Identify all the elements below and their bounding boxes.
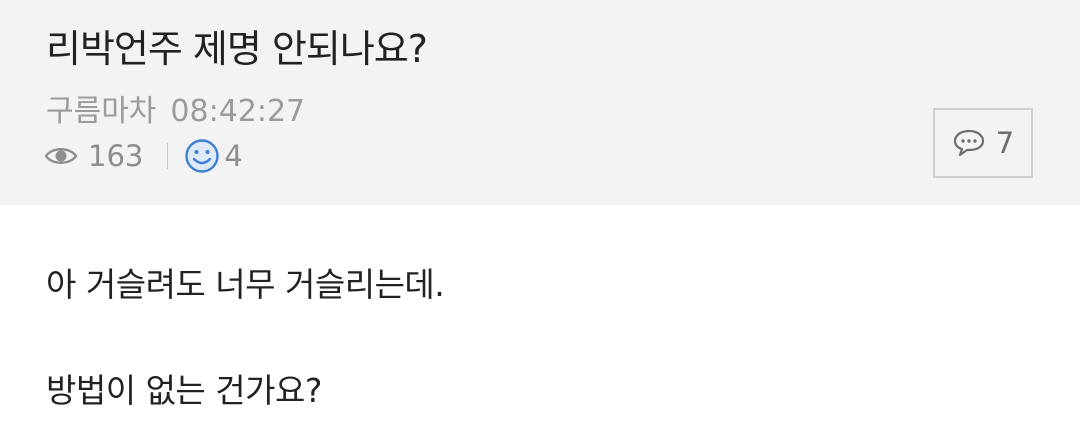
view-count: 163 — [88, 139, 144, 173]
speech-bubble-icon — [953, 129, 984, 157]
post-paragraph: 방법이 없는 건가요? — [46, 371, 322, 410]
stats-divider — [167, 143, 169, 169]
post-time: 08:42:27 — [170, 94, 306, 129]
comment-count-button[interactable]: 7 — [933, 108, 1033, 178]
post-stats: 163 4 — [44, 138, 243, 174]
eye-icon — [44, 148, 78, 164]
post-meta: 구름마차 08:42:27 — [46, 86, 305, 130]
comment-count: 7 — [995, 126, 1015, 160]
smiley-icon[interactable] — [184, 138, 220, 174]
post-paragraph: 아 거슬려도 너무 거슬리는데. — [46, 265, 445, 304]
post-header: 리박언주 제명 안되나요? 구름마차 08:42:27 163 4 7 — [0, 0, 1080, 205]
author-name[interactable]: 구름마차 — [46, 94, 156, 129]
post-title: 리박언주 제명 안되나요? — [46, 27, 428, 71]
like-count: 4 — [224, 139, 243, 173]
